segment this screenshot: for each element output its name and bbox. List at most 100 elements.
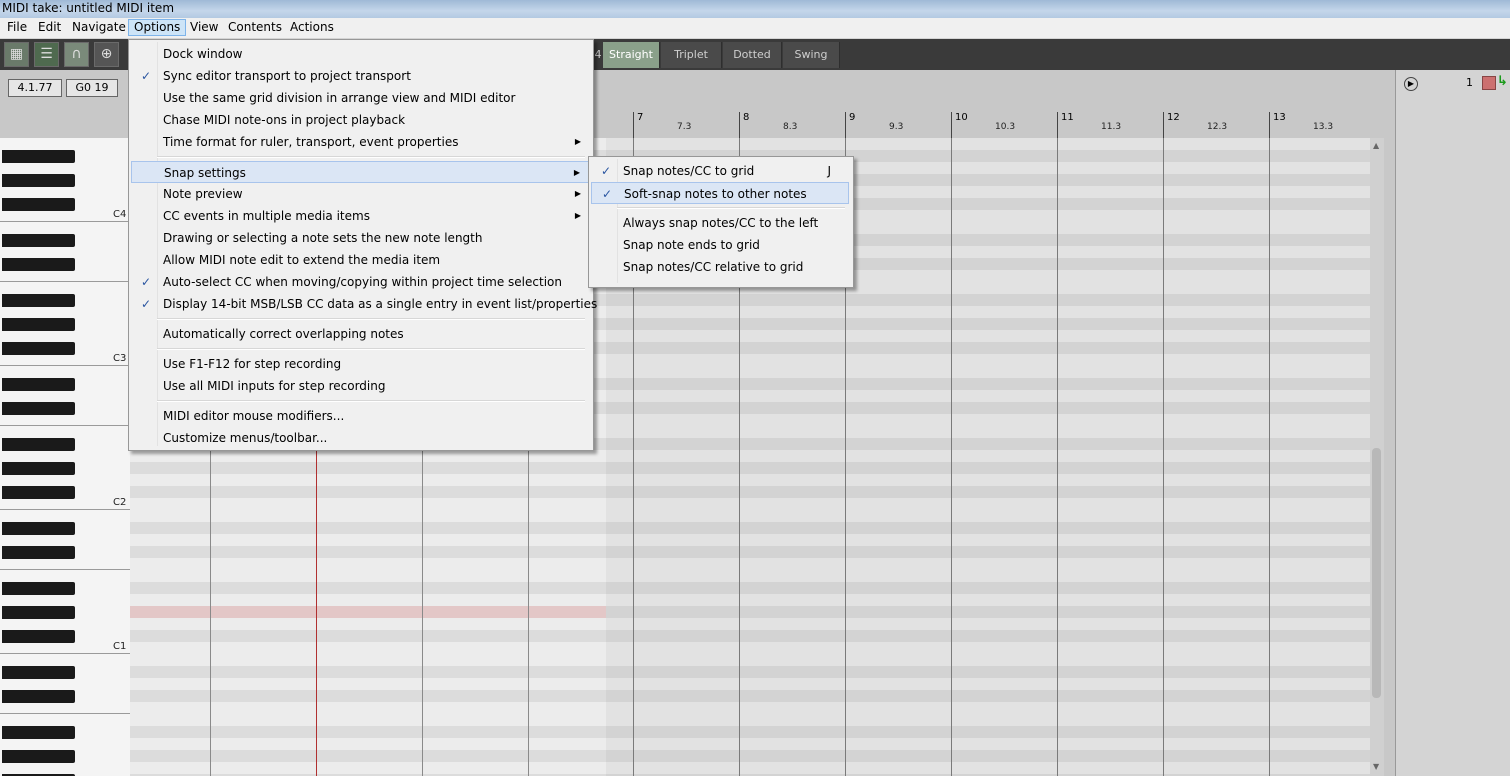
menu-options[interactable]: Options (128, 19, 187, 36)
grid-bar-line (951, 138, 952, 776)
ruler-beat-label: 9.3 (889, 122, 904, 132)
menu-item-label: Use F1-F12 for step recording (163, 357, 342, 371)
options-item-snap-settings[interactable]: Snap settings ▶ (131, 161, 589, 183)
menu-item-label: Use the same grid division in arrange vi… (163, 91, 516, 105)
ruler-bar-label: 10 (955, 112, 968, 123)
options-item-cc-events-in-multiple-media-items[interactable]: CC events in multiple media items ▶ (131, 205, 589, 227)
menu-item-label: Always snap notes/CC to the left (623, 216, 819, 230)
submenu-arrow-icon: ▶ (574, 211, 581, 220)
menu-item-label: Sync editor transport to project transpo… (163, 69, 411, 83)
options-item-use-all-midi-inputs-for-step-recording[interactable]: Use all MIDI inputs for step recording (131, 375, 589, 397)
ruler-beat-label: 13.3 (1313, 122, 1334, 132)
options-item-midi-editor-mouse-modifiers[interactable]: MIDI editor mouse modifiers... (131, 405, 589, 427)
menu-item-label: Auto-select CC when moving/copying withi… (163, 275, 562, 289)
piano-roll-icon[interactable]: ▦ (4, 42, 29, 67)
options-item-auto-select-cc-when-moving-copying-within-project-time-selection[interactable]: ✓ Auto-select CC when moving/copying with… (131, 271, 589, 293)
menu-bar: File Edit Navigate Options View Contents… (0, 18, 1510, 39)
snap-item-snap-notes-cc-relative-to-grid[interactable]: Snap notes/CC relative to grid (591, 256, 849, 278)
menu-item-label: Customize menus/toolbar... (163, 431, 328, 445)
scroll-down-icon[interactable]: ▼ (1373, 762, 1379, 771)
white-key-divider (0, 569, 130, 570)
snap-settings-submenu: ✓ Snap notes/CC to grid J ✓ Soft-snap notes … (588, 156, 854, 288)
menu-separator (157, 348, 585, 350)
black-key (2, 438, 75, 451)
ruler-bar-label: 9 (849, 112, 856, 123)
menu-view[interactable]: View (185, 19, 223, 36)
options-item-use-f1-f12-for-step-recording[interactable]: Use F1-F12 for step recording (131, 353, 589, 375)
menu-item-label: Allow MIDI note edit to extend the media… (163, 253, 441, 267)
white-key-divider (0, 365, 130, 366)
octave-label: C2 (113, 497, 127, 508)
position-readout: 4.1.77 (8, 79, 62, 97)
options-item-customize-menus-toolbar[interactable]: Customize menus/toolbar... (131, 427, 589, 449)
black-key (2, 726, 75, 739)
options-item-allow-midi-note-edit-to-extend-the-media-item[interactable]: Allow MIDI note edit to extend the media… (131, 249, 589, 271)
black-key (2, 630, 75, 643)
menu-separator (157, 400, 585, 402)
menu-item-label: Note preview (163, 187, 243, 201)
black-key (2, 150, 75, 163)
scroll-thumb[interactable] (1372, 448, 1381, 698)
options-item-use-the-same-grid-division-in-arrange-view-and-midi-editor[interactable]: Use the same grid division in arrange vi… (131, 87, 589, 109)
record-color-swatch[interactable] (1482, 76, 1496, 90)
black-key (2, 342, 75, 355)
menu-item-label: Snap note ends to grid (623, 238, 760, 252)
options-item-note-preview[interactable]: Note preview ▶ (131, 183, 589, 205)
ruler-beat-label: 7.3 (677, 122, 692, 132)
options-item-automatically-correct-overlapping-notes[interactable]: Automatically correct overlapping notes (131, 323, 589, 345)
submenu-arrow-icon: ▶ (574, 189, 581, 198)
check-icon: ✓ (601, 187, 613, 201)
menu-separator (157, 156, 585, 158)
black-key (2, 666, 75, 679)
snap-item-always-snap-notes-cc-to-the-left[interactable]: Always snap notes/CC to the left (591, 212, 849, 234)
menu-edit[interactable]: Edit (33, 19, 66, 36)
ruler-bar-label: 11 (1061, 112, 1074, 123)
white-key-divider (0, 281, 130, 282)
white-key-divider (0, 653, 130, 654)
play-icon[interactable]: ▶ (1404, 77, 1418, 91)
black-key (2, 258, 75, 271)
title-bar: MIDI take: untitled MIDI item (0, 0, 1510, 18)
options-item-display-14-bit-msb-lsb-cc-data-as-a-single-entry-in-event-list-properties[interactable]: ✓ Display 14-bit MSB/LSB CC data as a sin… (131, 293, 597, 315)
zoom-icon[interactable]: ⊕ (94, 42, 119, 67)
dotted-button[interactable]: Dotted (723, 42, 782, 68)
snap-magnet-icon[interactable]: ∩ (64, 42, 89, 67)
check-icon: ✓ (140, 297, 152, 311)
vertical-scrollbar[interactable]: ▲ ▼ (1370, 138, 1384, 776)
ruler-bar-line (1163, 112, 1164, 138)
ruler-beat-label: 11.3 (1101, 122, 1122, 132)
snap-item-snap-notes-cc-to-grid[interactable]: ✓ Snap notes/CC to grid J (591, 160, 849, 182)
right-panel: ▶ 1 ↳ (1395, 70, 1510, 776)
triplet-button[interactable]: Triplet (661, 42, 722, 68)
options-item-time-format-for-ruler-transport-event-properties[interactable]: Time format for ruler, transport, event … (131, 131, 589, 153)
options-item-chase-midi-note-ons-in-project-playback[interactable]: Chase MIDI note-ons in project playback (131, 109, 589, 131)
ruler-bar-line (845, 112, 846, 138)
menu-item-label: CC events in multiple media items (163, 209, 370, 223)
snap-item-soft-snap-notes-to-other-notes[interactable]: ✓ Soft-snap notes to other notes (591, 182, 849, 204)
swing-button[interactable]: Swing (783, 42, 840, 68)
options-item-dock-window[interactable]: Dock window (131, 43, 589, 65)
menu-item-label: MIDI editor mouse modifiers... (163, 409, 345, 423)
scroll-up-icon[interactable]: ▲ (1373, 141, 1379, 150)
menu-actions[interactable]: Actions (285, 19, 339, 36)
menu-file[interactable]: File (2, 19, 32, 36)
options-item-drawing-or-selecting-a-note-sets-the-new-note-length[interactable]: Drawing or selecting a note sets the new… (131, 227, 589, 249)
piano-keyboard[interactable]: C4 C3 C2 C1 (0, 138, 131, 776)
options-menu: Dock window ✓ Sync editor transport to pro… (128, 39, 597, 451)
submenu-arrow-icon: ▶ (574, 137, 581, 146)
ruler-bar-line (951, 112, 952, 138)
check-icon: ✓ (140, 69, 152, 83)
menu-item-label: Dock window (163, 47, 243, 61)
snap-item-snap-note-ends-to-grid[interactable]: Snap note ends to grid (591, 234, 849, 256)
event-list-icon[interactable]: ☰ (34, 42, 59, 67)
white-key-divider (0, 425, 130, 426)
arrow-icon[interactable]: ↳ (1497, 74, 1508, 89)
options-item-sync-editor-transport-to-project-transport[interactable]: ✓ Sync editor transport to project transp… (131, 65, 589, 87)
black-key (2, 690, 75, 703)
check-icon: ✓ (600, 164, 612, 178)
menu-navigate[interactable]: Navigate (67, 19, 131, 36)
menu-item-label: Snap settings (164, 166, 246, 180)
straight-button[interactable]: Straight (603, 42, 660, 68)
menu-contents[interactable]: Contents (223, 19, 287, 36)
black-key (2, 378, 75, 391)
